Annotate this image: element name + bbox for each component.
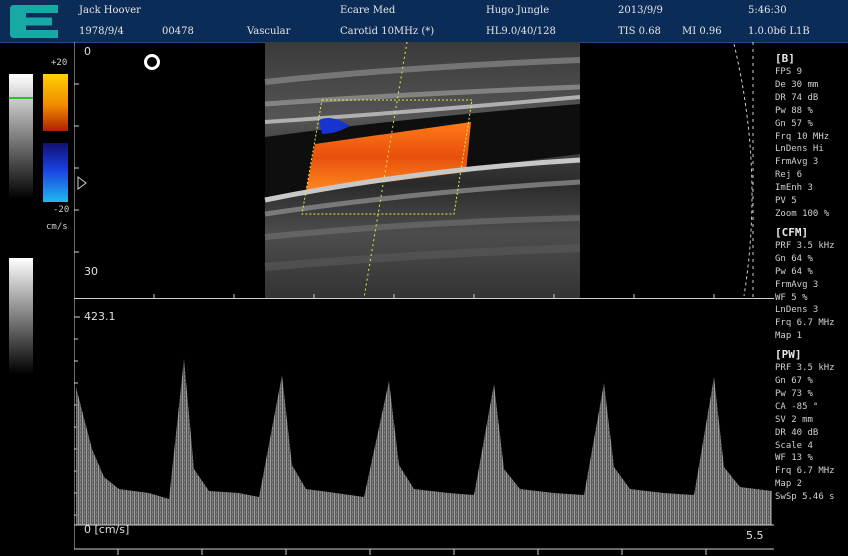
exam-preset: Carotid 10MHz (*) [340, 26, 435, 37]
mi-index: MI 0.96 [682, 26, 722, 37]
software-version: 1.0.0b6 L1B [748, 26, 810, 37]
doppler-spectrum [74, 299, 774, 555]
cfm-param-row: Pw 64 % [775, 266, 813, 277]
depth-bottom-label: 30 [84, 265, 98, 278]
color-scale-bottom: -20 [53, 205, 70, 215]
parameter-panel: [B] FPS 9 De 30 mm DR 74 dB Pw 88 % Gn 57 % F… [775, 52, 848, 504]
pw-param-row: Pw 73 % [775, 388, 813, 399]
doppler-grayscale-bar [9, 258, 33, 374]
birth-date: 1978/9/4 [79, 26, 124, 37]
hospital-name: Ecare Med [340, 5, 396, 16]
b-param-row: DR 74 dB [775, 92, 819, 103]
tis-index: TIS 0.68 [618, 26, 661, 37]
doppler-spectrum-pane[interactable]: 423.1 0 [cm/s] 5.5 [74, 299, 774, 556]
b-param-row: De 30 mm [775, 79, 819, 90]
cfm-param-row: Gn 64 % [775, 253, 813, 264]
cfm-param-row: WF 5 % [775, 292, 808, 303]
pw-param-row: SwSp 5.46 s [775, 492, 835, 503]
pw-param-row: CA -85 ° [775, 401, 819, 412]
cfm-param-row: PRF 3.5 kHz [775, 240, 835, 251]
patient-name: Jack Hoover [79, 5, 141, 16]
cfm-param-row: Frq 6.7 MHz [775, 318, 835, 329]
b-param-row: Zoom 100 % [775, 208, 830, 219]
exam-time: 5:46:30 [748, 5, 787, 16]
cfm-param-row: LnDens 3 [775, 305, 819, 316]
patient-id: 00478 [162, 26, 194, 37]
focus-marker-icon [77, 176, 87, 190]
bmode-grayscale-bar [9, 74, 33, 199]
b-mode-params: FPS 9 De 30 mm DR 74 dB Pw 88 % Gn 57 % Frq 1… [775, 66, 848, 221]
velocity-zero-label: 0 [cm/s] [84, 523, 130, 536]
pw-params: PRF 3.5 kHz Gn 67 % Pw 73 % CA -85 ° SV 2 mm… [775, 362, 848, 504]
cfm-param-row: FrmAvg 3 [775, 279, 819, 290]
color-scale-top: +20 [51, 58, 68, 68]
exam-date: 2013/9/9 [618, 5, 663, 16]
velocity-max-label: 423.1 [84, 310, 116, 323]
cfm-section-title: [CFM] [775, 225, 809, 239]
pw-param-row: DR 40 dB [775, 427, 819, 438]
pw-param-row: Scale 4 [775, 440, 813, 451]
b-param-row: FrmAvg 3 [775, 157, 819, 168]
pw-param-row: WF 13 % [775, 453, 813, 464]
color-scale-unit: cm/s [46, 222, 68, 232]
color-scale-negative-bar [43, 143, 68, 202]
depth-top-label: 0 [84, 45, 91, 58]
ecare-logo-icon [10, 5, 58, 38]
b-param-row: Rej 6 [775, 170, 803, 181]
cfm-params: PRF 3.5 kHz Gn 64 % Pw 64 % FrmAvg 3 WF 5 % L… [775, 240, 848, 343]
pw-param-row: Map 2 [775, 479, 803, 490]
b-mode-section-title: [B] [775, 52, 795, 65]
pw-section-title: [PW] [775, 348, 802, 362]
b-param-row: LnDens Hi [775, 144, 824, 155]
exam-type: Vascular [247, 26, 291, 37]
cfm-param-row: Map 1 [775, 331, 803, 342]
b-param-row: FPS 9 [775, 67, 803, 77]
info-header: Jack Hoover 1978/9/4 00478 Vascular Ecar… [0, 0, 848, 43]
operator-name: Hugo Jungle [486, 5, 550, 16]
bmode-image-pane[interactable]: 0 30 [74, 42, 754, 298]
b-param-row: Frq 10 MHz [775, 131, 830, 142]
pw-param-row: SV 2 mm [775, 414, 813, 425]
b-param-row: Pw 88 % [775, 105, 813, 116]
grayscale-marker [9, 97, 33, 99]
color-scale-positive-bar [43, 74, 68, 131]
pw-param-row: PRF 3.5 kHz [775, 363, 835, 374]
b-param-row: PV 5 [775, 196, 797, 207]
b-param-row: Gn 57 % [775, 118, 813, 129]
pw-param-row: Frq 6.7 MHz [775, 466, 835, 477]
bmode-image [74, 42, 754, 298]
orientation-marker-icon [144, 54, 160, 70]
probe-info: HL9.0/40/128 [486, 26, 556, 37]
pw-param-row: Gn 67 % [775, 376, 813, 387]
sweep-time-label: 5.5 [746, 529, 764, 542]
b-param-row: ImEnh 3 [775, 183, 813, 194]
